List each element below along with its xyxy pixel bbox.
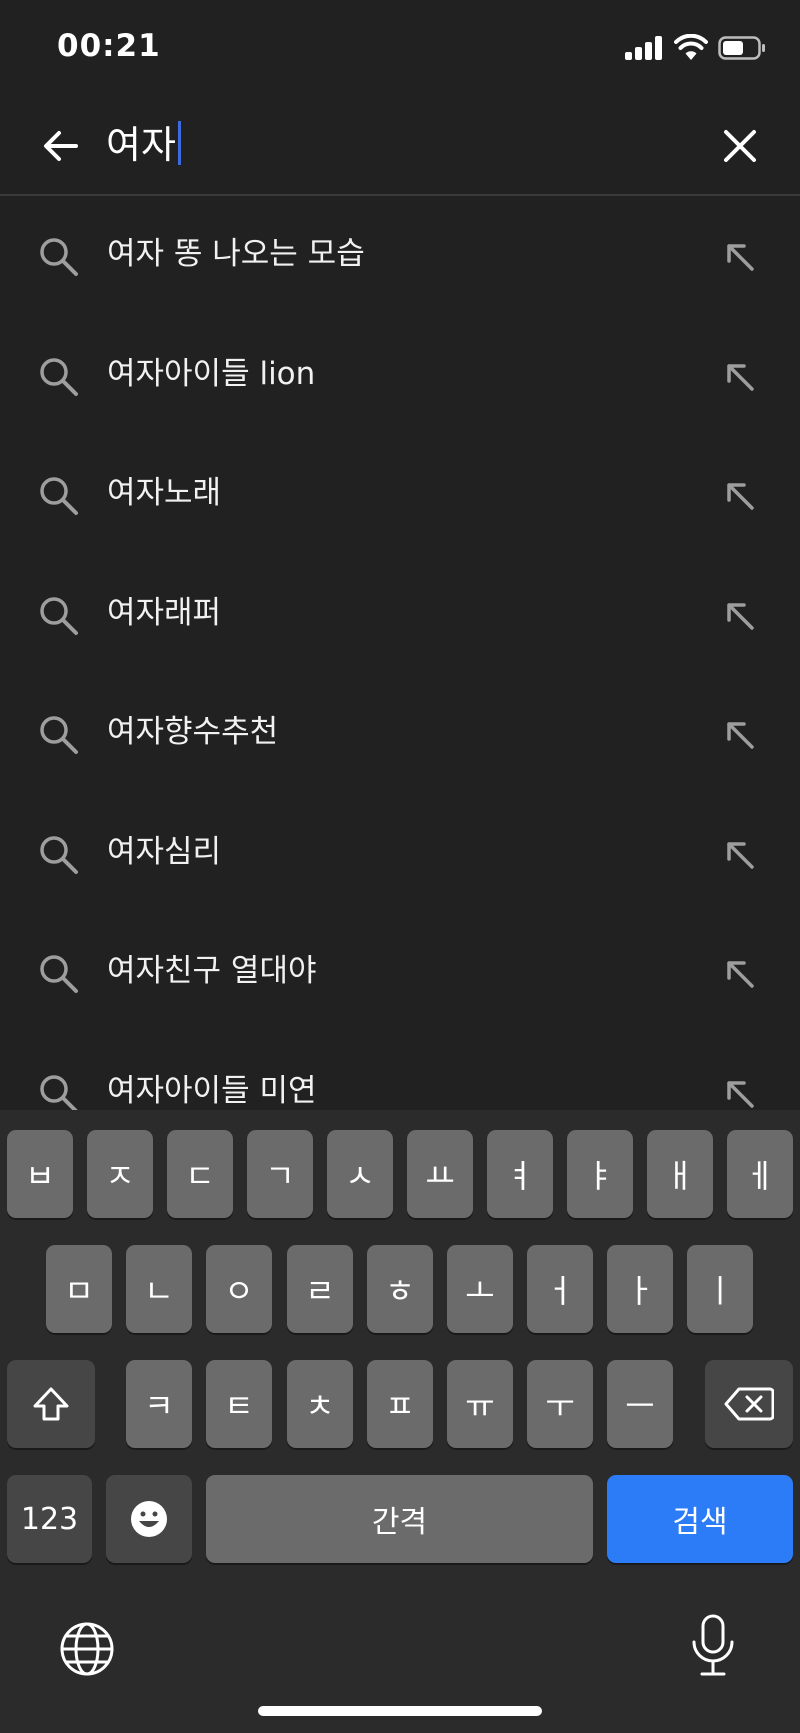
fill-query-arrow-icon[interactable]	[724, 241, 756, 273]
key-r1-5[interactable]: ㅅ	[327, 1130, 393, 1218]
fill-query-arrow-icon[interactable]	[724, 1078, 756, 1110]
key-r2-8[interactable]: ㅏ	[607, 1245, 673, 1333]
key-r2-1[interactable]: ㅁ	[46, 1245, 112, 1333]
space-key[interactable]: 간격	[206, 1475, 593, 1563]
suggestion-text: 여자아이들 lion	[107, 355, 316, 392]
search-icon	[40, 357, 78, 396]
key-r1-9[interactable]: ㅐ	[647, 1130, 713, 1218]
search-key[interactable]: 검색	[607, 1475, 793, 1563]
key-r1-4[interactable]: ㄱ	[247, 1130, 313, 1218]
shift-icon	[33, 1387, 69, 1421]
microphone-icon[interactable]	[690, 1614, 736, 1678]
backspace-icon	[724, 1387, 774, 1421]
key-r1-3[interactable]: ㄷ	[167, 1130, 233, 1218]
key-r2-3[interactable]: ㅇ	[206, 1245, 272, 1333]
clear-icon[interactable]	[722, 128, 758, 164]
key-r2-9[interactable]: ㅣ	[687, 1245, 753, 1333]
emoji-icon	[131, 1501, 167, 1537]
emoji-key[interactable]	[106, 1475, 192, 1563]
delete-key[interactable]	[705, 1360, 793, 1448]
suggestion-item[interactable]: 여자노래	[0, 435, 800, 555]
fill-query-arrow-icon[interactable]	[724, 480, 756, 512]
suggestion-text: 여자친구 열대야	[107, 953, 317, 989]
status-time: 00:21	[57, 28, 161, 64]
back-arrow-icon[interactable]	[40, 126, 80, 166]
globe-icon[interactable]	[59, 1621, 115, 1677]
key-r1-1[interactable]: ㅂ	[7, 1130, 73, 1218]
suggestion-item[interactable]: 여자아이들 lion	[0, 316, 800, 436]
key-r1-6[interactable]: ㅛ	[407, 1130, 473, 1218]
key-r3-1[interactable]: ㅋ	[126, 1360, 192, 1448]
suggestion-item[interactable]: 여자심리	[0, 794, 800, 914]
shift-key[interactable]	[7, 1360, 95, 1448]
fill-query-arrow-icon[interactable]	[724, 361, 756, 393]
key-r2-4[interactable]: ㄹ	[287, 1245, 353, 1333]
key-r1-7[interactable]: ㅕ	[487, 1130, 553, 1218]
battery-icon	[718, 36, 765, 60]
key-r3-3[interactable]: ㅊ	[287, 1360, 353, 1448]
key-r2-2[interactable]: ㄴ	[126, 1245, 192, 1333]
key-r2-5[interactable]: ㅎ	[367, 1245, 433, 1333]
fill-query-arrow-icon[interactable]	[724, 719, 756, 751]
key-r3-5[interactable]: ㅠ	[447, 1360, 513, 1448]
suggestion-item[interactable]: 여자친구 열대야	[0, 913, 800, 1033]
wifi-icon	[674, 34, 708, 60]
text-caret	[177, 121, 181, 165]
cellular-signal-icon	[625, 36, 665, 60]
search-input[interactable]: 여자	[106, 118, 181, 172]
key-r3-2[interactable]: ㅌ	[206, 1360, 272, 1448]
search-icon	[40, 955, 78, 993]
numbers-key[interactable]: 123	[7, 1475, 92, 1563]
key-r2-6[interactable]: ㅗ	[447, 1245, 513, 1333]
search-icon	[40, 238, 78, 276]
suggestion-text: 여자심리	[107, 833, 222, 870]
suggestion-item[interactable]: 여자향수추천	[0, 674, 800, 794]
search-icon	[40, 835, 78, 874]
key-r2-7[interactable]: ㅓ	[527, 1245, 593, 1333]
suggestion-text: 여자향수추천	[107, 714, 279, 750]
key-r3-6[interactable]: ㅜ	[527, 1360, 593, 1448]
key-r1-10[interactable]: ㅔ	[727, 1130, 793, 1218]
suggestion-list: 여자 똥 나오는 모습 여자아이들 lion 여자노래 여자래퍼 여자향수추천 …	[0, 196, 800, 1152]
search-icon	[40, 596, 78, 635]
fill-query-arrow-icon[interactable]	[724, 839, 756, 871]
key-r3-7[interactable]: ㅡ	[607, 1360, 673, 1448]
suggestion-text: 여자 똥 나오는 모습	[107, 236, 365, 272]
fill-query-arrow-icon[interactable]	[724, 958, 756, 990]
search-icon	[40, 477, 78, 515]
suggestion-text: 여자노래	[107, 475, 222, 511]
search-query-text: 여자	[106, 123, 176, 167]
fill-query-arrow-icon[interactable]	[724, 600, 756, 632]
key-r1-2[interactable]: ㅈ	[87, 1130, 153, 1218]
search-icon	[40, 1074, 78, 1113]
suggestion-item[interactable]: 여자 똥 나오는 모습	[0, 196, 800, 316]
status-bar: 00:21	[0, 0, 800, 100]
search-header: 여자	[0, 100, 800, 196]
suggestion-text: 여자래퍼	[107, 594, 222, 631]
suggestion-item[interactable]: 여자래퍼	[0, 555, 800, 675]
suggestion-text: 여자아이들 미연	[107, 1072, 317, 1109]
key-r3-4[interactable]: ㅍ	[367, 1360, 433, 1448]
search-icon	[40, 716, 78, 754]
keyboard: ㅂ ㅈ ㄷ ㄱ ㅅ ㅛ ㅕ ㅑ ㅐ ㅔ ㅁ ㄴ ㅇ ㄹ ㅎ ㅗ ㅓ ㅏ ㅣ ㅋ …	[0, 1110, 800, 1733]
key-r1-8[interactable]: ㅑ	[567, 1130, 633, 1218]
home-indicator[interactable]	[258, 1706, 542, 1716]
